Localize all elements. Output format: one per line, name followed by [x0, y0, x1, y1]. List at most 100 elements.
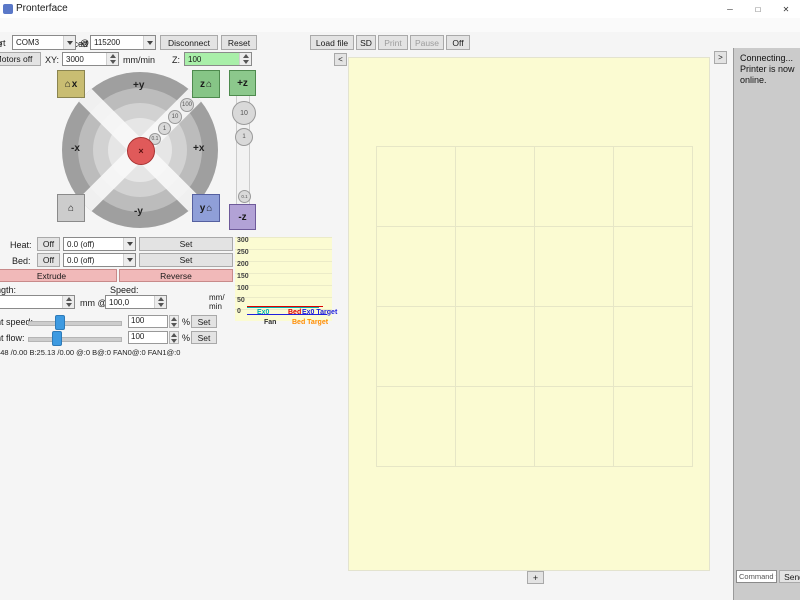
mm-at-label: mm @: [80, 298, 107, 308]
xy-feed-spinner[interactable]: 3000: [62, 52, 119, 66]
baud-at-label: @: [80, 38, 90, 48]
feed-units-label: mm/min: [123, 55, 155, 65]
z-step-badge-10[interactable]: 10: [232, 101, 256, 125]
pronterface-window: Pronterface ─ □ ✕ File Tools Advanced Se…: [0, 0, 800, 600]
home-all-button[interactable]: ⌂: [57, 194, 85, 222]
print-speed-slider-thumb[interactable]: [55, 315, 65, 330]
print-speed-percent: %: [182, 317, 191, 327]
heat-set-button[interactable]: Set: [139, 237, 233, 251]
print-speed-slider[interactable]: [28, 321, 122, 326]
maximize-button[interactable]: □: [744, 0, 772, 18]
print-button[interactable]: Print: [378, 35, 408, 50]
send-button[interactable]: Send: [779, 570, 800, 583]
load-file-button[interactable]: Load file: [310, 35, 354, 50]
legend-fan: Fan: [264, 319, 277, 326]
port-value: COM3: [16, 38, 40, 47]
home-icon: ⌂: [67, 202, 75, 214]
viewer-collapse-left-button[interactable]: <: [334, 53, 347, 66]
print-speed-value-box[interactable]: 100: [128, 315, 168, 328]
home-icon: ⌂: [206, 202, 213, 214]
extrude-button[interactable]: Extrude: [0, 269, 117, 282]
print-flow-slider[interactable]: [28, 337, 122, 342]
temperature-status-line: T:25.48 /0.00 B:25.13 /0.00 @:0 B@:0 FAN…: [0, 348, 181, 357]
print-flow-slider-thumb[interactable]: [52, 331, 62, 346]
bed-set-button[interactable]: Set: [139, 253, 233, 267]
jog-minus-y-button[interactable]: -y: [134, 206, 143, 217]
reverse-button[interactable]: Reverse: [119, 269, 233, 282]
z-step-badge-1[interactable]: 1: [235, 128, 253, 146]
spinner-arrows-icon[interactable]: [154, 296, 166, 308]
jog-plus-y-button[interactable]: +y: [133, 80, 144, 91]
print-speed-set-button[interactable]: Set: [191, 315, 217, 328]
motors-off-button[interactable]: Motors off: [0, 52, 41, 66]
log-line: Connecting...: [740, 53, 794, 63]
jog-center-button[interactable]: ×: [127, 137, 155, 165]
spinner-arrows-icon[interactable]: [239, 53, 251, 65]
home-x-button[interactable]: ⌂ x: [57, 70, 85, 98]
home-y-button[interactable]: y ⌂: [192, 194, 220, 222]
close-button[interactable]: ✕: [772, 0, 800, 18]
title-bar[interactable]: Pronterface ─ □ ✕: [0, 0, 800, 18]
extrude-speed-value: 100,0: [109, 297, 130, 307]
print-flow-set-button[interactable]: Set: [191, 331, 217, 344]
home-icon: ⌂: [64, 78, 71, 90]
app-icon: [3, 4, 13, 14]
jog-step-badge-100: 100: [180, 98, 194, 112]
print-flow-value-box[interactable]: 100: [128, 331, 168, 344]
spinner-arrows-icon[interactable]: [106, 53, 118, 65]
spinner-arrows-icon[interactable]: [169, 315, 179, 328]
jog-plus-x-button[interactable]: +x: [193, 143, 204, 154]
home-z-button[interactable]: z ⌂: [192, 70, 220, 98]
command-input[interactable]: [736, 570, 777, 583]
dropdown-arrow-icon: [123, 254, 135, 266]
panel-collapse-right-button[interactable]: >: [714, 51, 727, 64]
home-z-label: z: [199, 78, 205, 90]
home-icon: ⌂: [205, 78, 213, 90]
length-spinner[interactable]: [0, 295, 75, 309]
heat-temp-value: 0.0 (off): [67, 239, 95, 249]
z-minus-button[interactable]: -z: [229, 204, 256, 230]
off-button[interactable]: Off: [446, 35, 470, 50]
heat-label: Heat:: [10, 240, 32, 250]
z-step-badge-0-1[interactable]: 0.1: [238, 190, 251, 203]
dropdown-arrow-icon: [143, 36, 155, 49]
z-feed-spinner[interactable]: 100: [184, 52, 252, 66]
pause-button[interactable]: Pause: [410, 35, 444, 50]
legend-ex0-target: Ex0 Target: [302, 309, 338, 316]
jog-step-badge-10: 10: [168, 110, 182, 124]
sd-button[interactable]: SD: [356, 35, 376, 50]
log-panel[interactable]: Connecting... Printer is now online.: [733, 48, 800, 600]
port-select[interactable]: COM3: [12, 35, 76, 50]
jog-step-badge-1: 1: [158, 122, 171, 135]
graph-tick: 100: [237, 285, 249, 292]
menu-bar: File Tools Advanced Settings Help: [0, 18, 800, 49]
disconnect-button[interactable]: Disconnect: [160, 35, 218, 50]
graph-tick: 250: [237, 249, 249, 256]
bed-off-button[interactable]: Off: [37, 253, 60, 267]
dropdown-arrow-icon: [63, 36, 75, 49]
viewer-add-button[interactable]: +: [527, 571, 544, 584]
port-label: Port: [0, 38, 6, 48]
home-x-label: x: [71, 78, 78, 90]
baud-select[interactable]: 115200: [90, 35, 156, 50]
minimize-button[interactable]: ─: [716, 0, 744, 18]
print-flow-percent: %: [182, 333, 191, 343]
bed-temp-value: 0.0 (off): [67, 255, 95, 265]
dropdown-arrow-icon: [123, 238, 135, 250]
z-plus-button[interactable]: +z: [229, 70, 256, 96]
bed-temp-select[interactable]: 0.0 (off): [63, 253, 136, 267]
print-bed-viewer[interactable]: [348, 57, 710, 571]
graph-trace-ex0: [247, 307, 319, 308]
heat-temp-select[interactable]: 0.0 (off): [63, 237, 136, 251]
legend-bed: Bed: [288, 309, 302, 316]
reset-button[interactable]: Reset: [221, 35, 257, 50]
graph-tick: 150: [237, 273, 249, 280]
bed-label: Bed:: [12, 256, 31, 266]
jog-minus-x-button[interactable]: -x: [71, 143, 80, 154]
graph-tick: 200: [237, 261, 249, 268]
spinner-arrows-icon[interactable]: [62, 296, 74, 308]
extrude-unit-bottom: min: [209, 302, 222, 311]
extrude-speed-spinner[interactable]: 100,0: [105, 295, 167, 309]
heat-off-button[interactable]: Off: [37, 237, 60, 251]
spinner-arrows-icon[interactable]: [169, 331, 179, 344]
